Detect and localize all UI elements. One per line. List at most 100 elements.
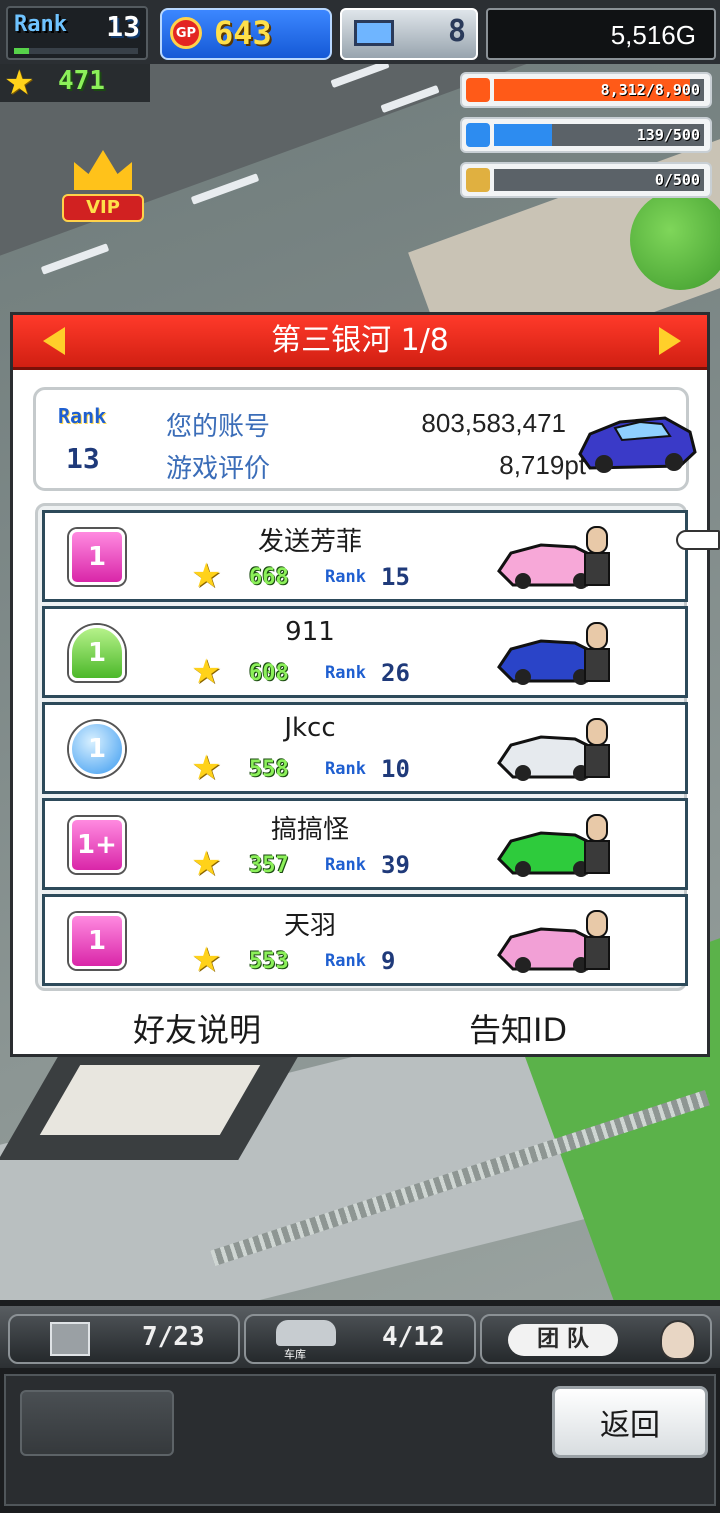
top-hud: Rank 13 GP 643 8 5,516G: [0, 0, 720, 64]
friend-row[interactable]: 1 发送芳菲 ★ 668 Rank 15: [42, 510, 688, 602]
resource-bar: 139/500: [460, 117, 712, 153]
notify-id-button[interactable]: 告知ID: [469, 1005, 567, 1051]
tab-garage[interactable]: 车库 4/12: [244, 1314, 476, 1364]
dialog-header: 第三银河 1/8: [13, 315, 707, 370]
account-rank-label: Rank: [58, 404, 107, 428]
gp-value: 643: [214, 14, 272, 52]
computer-value: 8: [447, 14, 466, 49]
prev-page-arrow-icon[interactable]: [43, 327, 65, 355]
coin-stack-icon: [466, 78, 490, 102]
tree: [630, 190, 720, 290]
resource-value: 139/500: [636, 126, 700, 144]
bottom-panel: 返回: [4, 1374, 716, 1506]
friends-dialog: 第三银河 1/8 Rank 13 您的账号 803,583,471 游戏评价 8…: [10, 312, 710, 1057]
friend-rank-label: Rank: [325, 759, 366, 779]
wheat-icon: [466, 168, 490, 192]
game-rating-label: 游戏评价: [166, 454, 271, 484]
star-icon: ★: [191, 748, 222, 788]
team-label: 团 队: [508, 1324, 618, 1356]
friend-rank-label: Rank: [325, 855, 366, 875]
star-icon: ★: [191, 556, 222, 596]
computer-icon: [354, 20, 394, 46]
friend-score: 558: [249, 757, 289, 782]
gold-value: 5,516G: [610, 20, 696, 50]
rank-label: Rank: [14, 12, 67, 37]
garage-count: 4/12: [382, 1322, 445, 1352]
friend-name: Jkcc: [284, 713, 336, 743]
friend-help-button[interactable]: 好友说明: [133, 1005, 261, 1051]
driver-avatar: [660, 1320, 696, 1360]
hand-pointer-icon: [676, 530, 720, 550]
next-page-arrow-icon[interactable]: [659, 327, 681, 355]
friend-name: 搞搞怪: [270, 815, 349, 845]
player-car-icon: [578, 416, 697, 473]
stars-value: 471: [58, 66, 105, 96]
friend-car-icon: [497, 814, 610, 877]
friend-name: 发送芳菲: [257, 527, 362, 557]
league-badge-icon: 1: [69, 625, 125, 681]
friend-row[interactable]: 1 天羽 ★ 553 Rank 9: [42, 894, 688, 986]
gold-counter: 5,516G: [486, 8, 716, 60]
friend-car-icon: [497, 718, 610, 781]
bottom-bar: 7/23 车库 4/12 团 队 返回: [0, 1300, 720, 1513]
league-badge-icon: 1+: [69, 817, 125, 873]
friend-name: 911: [285, 617, 335, 647]
account-card: Rank 13 您的账号 803,583,471 游戏评价 8,719pt: [33, 387, 697, 491]
friend-rank-value: 39: [381, 851, 410, 879]
friend-rank-value: 9: [381, 947, 396, 975]
garage-icon: [276, 1320, 336, 1346]
account-rank-value: 13: [66, 442, 100, 475]
resource-fill: [494, 124, 553, 146]
star-icon: ★: [191, 940, 222, 980]
league-badge-icon: 1: [69, 913, 125, 969]
friend-rank-label: Rank: [325, 951, 366, 971]
vip-button[interactable]: VIP: [62, 150, 144, 226]
friend-row[interactable]: 1 Jkcc ★ 558 Rank 10: [42, 702, 688, 794]
gp-counter[interactable]: GP 643: [160, 8, 332, 60]
stars-counter: ★ 471: [0, 64, 150, 102]
resource-bar: 8,312/8,900: [460, 72, 712, 108]
road-marking: [40, 243, 110, 275]
friends-list: 1 发送芳菲 ★ 668 Rank 15 1 911 ★ 608 Rank 26 1 Jkcc ★ 558 Ra…: [35, 503, 688, 991]
rank-progress-bar: [14, 48, 138, 54]
friend-rank-value: 10: [381, 755, 410, 783]
tab-storage[interactable]: 7/23: [8, 1314, 240, 1364]
friend-car-icon: [497, 910, 610, 973]
friend-car-icon: [497, 526, 610, 589]
resource-bar: 0/500: [460, 162, 712, 198]
friend-score: 668: [249, 565, 289, 590]
empty-slot[interactable]: [20, 1390, 174, 1456]
vip-label: VIP: [62, 194, 144, 222]
friend-row[interactable]: 1+ 搞搞怪 ★ 357 Rank 39: [42, 798, 688, 890]
star-icon: ★: [4, 63, 35, 103]
dialog-title: 第三银河 1/8: [271, 323, 449, 358]
friend-row[interactable]: 1 911 ★ 608 Rank 26: [42, 606, 688, 698]
storage-count: 7/23: [142, 1322, 205, 1352]
friend-score: 357: [249, 853, 289, 878]
tab-team[interactable]: 团 队: [480, 1314, 712, 1364]
star-icon: ★: [191, 652, 222, 692]
friend-score: 608: [249, 661, 289, 686]
rank-value: 13: [106, 10, 140, 43]
crate-icon: [50, 1322, 90, 1356]
gp-coin-icon: GP: [170, 17, 202, 49]
friend-rank-value: 15: [381, 563, 410, 591]
computer-counter[interactable]: 8: [340, 8, 478, 60]
account-id-value: 803,583,471: [421, 408, 566, 438]
friend-rank-value: 26: [381, 659, 410, 687]
resource-value: 8,312/8,900: [600, 81, 700, 99]
player-rank[interactable]: Rank 13: [6, 6, 148, 60]
garage-label: 车库: [284, 1348, 306, 1361]
account-id-label: 您的账号: [166, 412, 271, 442]
back-button[interactable]: 返回: [552, 1386, 708, 1458]
rank-progress-fill: [14, 48, 29, 54]
star-icon: ★: [191, 844, 222, 884]
friend-score: 553: [249, 949, 289, 974]
resource-value: 0/500: [654, 171, 700, 189]
friend-car-icon: [497, 622, 610, 685]
friend-rank-label: Rank: [325, 663, 366, 683]
bottom-tabs: 7/23 车库 4/12 团 队: [0, 1306, 720, 1368]
friend-rank-label: Rank: [325, 567, 366, 587]
bottle-icon: [466, 123, 490, 147]
crown-icon: [74, 150, 132, 190]
